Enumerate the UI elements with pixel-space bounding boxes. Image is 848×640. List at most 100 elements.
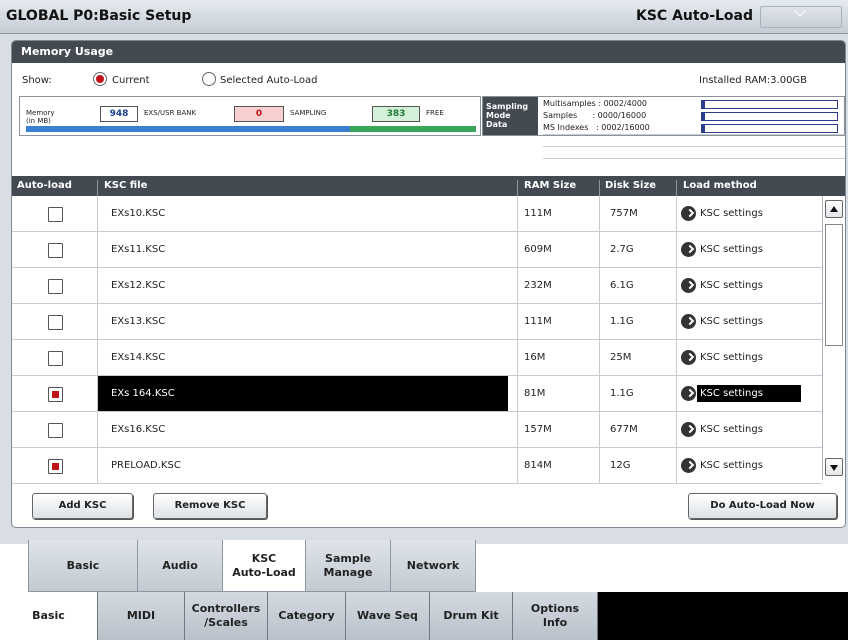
table-row[interactable]: EXs14.KSC 16M 25M KSC settings <box>12 340 822 376</box>
do-auto-load-now-button[interactable]: Do Auto-Load Now <box>688 493 837 519</box>
tab-basic[interactable]: Basic <box>28 540 138 592</box>
disk-size: 12G <box>610 460 631 471</box>
main-tab-controllers-scales[interactable]: Controllers /Scales <box>185 592 268 640</box>
ram-size: 814M <box>524 460 552 471</box>
auto-load-checkbox[interactable] <box>48 423 63 438</box>
popup-arrow-icon <box>681 242 696 257</box>
popup-arrow-icon <box>681 458 696 473</box>
tab-ksc-auto-load[interactable]: KSC Auto-Load <box>222 540 306 592</box>
table-row[interactable]: EXs13.KSC 111M 1.1G KSC settings <box>12 304 822 340</box>
scroll-thumb[interactable] <box>825 224 843 346</box>
header-disk-size: Disk Size <box>605 180 657 191</box>
auto-load-checkbox[interactable] <box>48 315 63 330</box>
main-tab-bar: Basic MIDI Controllers /Scales Category … <box>0 592 848 640</box>
ksc-file-name: EXs10.KSC <box>111 208 166 219</box>
ksc-file-name: PRELOAD.KSC <box>111 460 181 471</box>
samples-bar <box>701 112 838 121</box>
table-row[interactable]: EXs16.KSC 157M 677M KSC settings <box>12 412 822 448</box>
main-tab-options-info[interactable]: Options Info <box>513 592 598 640</box>
main-tab-midi[interactable]: MIDI <box>98 592 185 640</box>
chevron-down-icon <box>793 8 807 23</box>
show-label: Show: <box>22 75 52 86</box>
memory-label: Memory (in MB) <box>26 109 55 125</box>
load-method-popup[interactable]: KSC settings <box>681 241 801 258</box>
popup-arrow-icon <box>681 314 696 329</box>
popup-arrow-icon <box>681 206 696 221</box>
popup-arrow-icon <box>681 350 696 365</box>
auto-load-checkbox[interactable] <box>48 351 63 366</box>
ksc-file-name: EXs12.KSC <box>111 280 166 291</box>
page-title: GLOBAL P0:Basic Setup <box>6 8 192 24</box>
header-ram-size: RAM Size <box>524 180 577 191</box>
radio-selected-auto-load[interactable] <box>202 72 216 86</box>
disk-size: 6.1G <box>610 280 634 291</box>
ksc-table-header: Auto-load KSC file RAM Size Disk Size Lo… <box>12 176 845 200</box>
ms-indexes-bar <box>701 124 838 133</box>
tab-network[interactable]: Network <box>390 540 476 592</box>
sampling-value: 0 <box>234 106 284 122</box>
disk-size: 25M <box>610 352 632 363</box>
load-method-popup[interactable]: KSC settings <box>681 421 801 438</box>
memory-usage-title: Memory Usage <box>21 45 114 58</box>
show-row: Show: Current Selected Auto-Load Install… <box>12 71 845 91</box>
ksc-file-name: EXs14.KSC <box>111 352 166 363</box>
scroll-up-icon[interactable] <box>825 200 843 218</box>
disk-size: 677M <box>610 424 638 435</box>
add-ksc-button[interactable]: Add KSC <box>32 493 133 519</box>
free-usage-bar <box>350 126 476 132</box>
memory-usage-box: Memory (in MB) 948 EXS/USR BANK 0 SAMPLI… <box>19 96 481 136</box>
header-ksc-file: KSC file <box>104 180 148 191</box>
auto-load-checkbox[interactable] <box>48 387 63 402</box>
main-tab-wave-seq[interactable]: Wave Seq <box>346 592 430 640</box>
sampling-mode-data-label: Sampling Mode Data <box>483 97 538 135</box>
table-row-selected[interactable]: EXs 164.KSC 81M 1.1G KSC settings <box>12 376 822 412</box>
radio-current[interactable] <box>93 72 107 86</box>
page-menu-button[interactable] <box>760 6 842 28</box>
tab-audio[interactable]: Audio <box>137 540 223 592</box>
title-bar: GLOBAL P0:Basic Setup KSC Auto-Load <box>0 0 848 34</box>
popup-arrow-icon <box>681 422 696 437</box>
table-row[interactable]: PRELOAD.KSC 814M 12G KSC settings <box>12 448 822 484</box>
auto-load-checkbox[interactable] <box>48 279 63 294</box>
table-row[interactable]: EXs12.KSC 232M 6.1G KSC settings <box>12 268 822 304</box>
scroll-down-icon[interactable] <box>825 458 843 476</box>
disk-size: 757M <box>610 208 638 219</box>
radio-current-label[interactable]: Current <box>112 75 150 86</box>
ram-size: 111M <box>524 208 552 219</box>
header-load-method: Load method <box>683 180 757 191</box>
load-method-popup[interactable]: KSC settings <box>681 277 801 294</box>
table-row[interactable]: EXs11.KSC 609M 2.7G KSC settings <box>12 232 822 268</box>
load-method-popup[interactable]: KSC settings <box>681 385 801 402</box>
radio-selected-auto-load-label[interactable]: Selected Auto-Load <box>220 75 318 86</box>
ksc-file-name: EXs 164.KSC <box>98 376 508 411</box>
ksc-file-name: EXs16.KSC <box>111 424 166 435</box>
exs-usr-bank-label: EXS/USR BANK <box>144 109 197 117</box>
ksc-auto-load-panel: Memory Usage Show: Current Selected Auto… <box>11 40 846 528</box>
popup-arrow-icon <box>681 278 696 293</box>
tab-sample-manage[interactable]: Sample Manage <box>305 540 391 592</box>
auto-load-checkbox[interactable] <box>48 243 63 258</box>
table-scrollbar[interactable] <box>822 196 845 480</box>
sampling-label: SAMPLING <box>290 109 327 117</box>
ksc-file-name: EXs13.KSC <box>111 316 166 327</box>
main-tab-category[interactable]: Category <box>268 592 346 640</box>
auto-load-checkbox[interactable] <box>48 459 63 474</box>
load-method-popup[interactable]: KSC settings <box>681 349 801 366</box>
ram-size: 81M <box>524 388 546 399</box>
load-method-popup[interactable]: KSC settings <box>681 457 801 474</box>
free-label: FREE <box>426 109 444 117</box>
installed-ram: Installed RAM:3.00GB <box>699 75 808 86</box>
load-method-popup[interactable]: KSC settings <box>681 313 801 330</box>
disk-size: 1.1G <box>610 388 634 399</box>
ram-size: 157M <box>524 424 552 435</box>
disk-size: 1.1G <box>610 316 634 327</box>
multisamples-bar <box>701 100 838 109</box>
table-row[interactable]: EXs10.KSC 111M 757M KSC settings <box>12 196 822 232</box>
auto-load-checkbox[interactable] <box>48 207 63 222</box>
page-name: KSC Auto-Load <box>636 8 754 24</box>
load-method-popup[interactable]: KSC settings <box>681 205 801 222</box>
main-tab-basic[interactable]: Basic <box>0 592 98 640</box>
header-auto-load: Auto-load <box>17 180 72 191</box>
main-tab-drum-kit[interactable]: Drum Kit <box>430 592 513 640</box>
remove-ksc-button[interactable]: Remove KSC <box>153 493 267 519</box>
